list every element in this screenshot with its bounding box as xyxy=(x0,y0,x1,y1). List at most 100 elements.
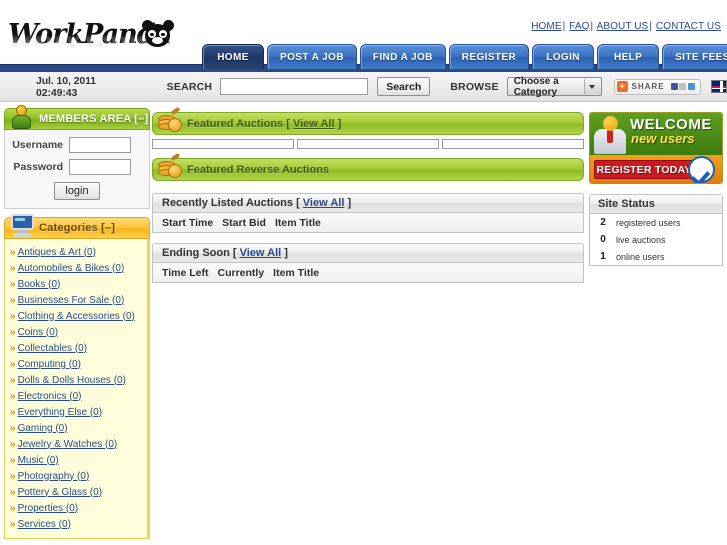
search-button[interactable]: Search xyxy=(377,77,431,96)
share-plus-icon: + xyxy=(616,81,628,92)
search-input[interactable] xyxy=(220,78,369,95)
category-link[interactable]: Pottery & Glass (0) xyxy=(18,487,102,498)
category-link[interactable]: Gaming (0) xyxy=(18,423,68,434)
login-button[interactable]: login xyxy=(54,182,100,200)
register-today-label[interactable]: REGISTER TODAY xyxy=(594,160,694,179)
status-count: 2 xyxy=(600,217,606,228)
list-item[interactable]: » Antiques & Art (0) xyxy=(10,244,143,260)
page-root: HOME| FAQ| ABOUT US| CONTACT US WorkPand… xyxy=(0,0,727,545)
status-label: live auctions xyxy=(616,234,666,245)
list-item[interactable]: » Computing (0) xyxy=(10,356,143,372)
categories-header[interactable]: Categories [–] xyxy=(4,214,150,239)
category-link[interactable]: Jewelry & Watches (0) xyxy=(18,439,118,450)
recently-listed-auctions-panel: Recently Listed Auctions [ View All ] St… xyxy=(152,193,584,233)
chevron-right-icon: » xyxy=(10,294,15,306)
twitter-icon[interactable] xyxy=(687,83,695,90)
featured-auctions-header: Featured Auctions [ View All ] xyxy=(152,106,584,135)
chevron-right-icon: » xyxy=(10,262,15,274)
banner-welcome-line2: new users xyxy=(631,131,695,146)
featured-auctions-view-all[interactable]: View All xyxy=(293,118,335,130)
chevron-down-icon[interactable] xyxy=(583,79,600,94)
tab-post-a-job[interactable]: POST A JOB xyxy=(267,44,357,69)
top-link-contact-us[interactable]: CONTACT US xyxy=(656,21,721,32)
tab-find-a-job[interactable]: FIND A JOB xyxy=(359,44,446,69)
category-link[interactable]: Dolls & Dolls Houses (0) xyxy=(18,375,126,386)
tab-help[interactable]: HELP xyxy=(597,44,660,69)
register-today-banner[interactable]: WELCOME new users REGISTER TODAY xyxy=(589,112,723,184)
category-link[interactable]: Antiques & Art (0) xyxy=(18,247,96,258)
category-link[interactable]: Collectables (0) xyxy=(18,343,87,354)
category-link[interactable]: Books (0) xyxy=(18,279,61,290)
password-input[interactable] xyxy=(69,159,131,175)
list-item[interactable]: » Automobiles & Bikes (0) xyxy=(10,260,143,276)
tab-site-fees[interactable]: SITE FEES xyxy=(662,44,727,69)
list-item[interactable]: » Everything Else (0) xyxy=(10,404,143,420)
category-link[interactable]: Services (0) xyxy=(18,519,71,530)
top-nav-links: HOME| FAQ| ABOUT US| CONTACT US xyxy=(531,21,721,32)
facebook-icon[interactable] xyxy=(670,83,678,90)
category-link[interactable]: Music (0) xyxy=(18,455,59,466)
list-item[interactable]: » Businesses For Sale (0) xyxy=(10,292,143,308)
list-item[interactable]: » Dolls & Dolls Houses (0) xyxy=(10,372,143,388)
chevron-right-icon: » xyxy=(10,278,15,290)
site-logo[interactable]: WorkPanda WorkPanda xyxy=(8,20,198,68)
tab-home[interactable]: HOME xyxy=(202,44,264,69)
login-button-wrap: login xyxy=(11,181,143,200)
column-header-time-left: Time Left xyxy=(162,266,209,279)
category-link[interactable]: Electronics (0) xyxy=(18,391,82,402)
panda-icon xyxy=(142,20,174,48)
category-link[interactable]: Coins (0) xyxy=(18,327,59,338)
category-link[interactable]: Photography (0) xyxy=(18,471,90,482)
tab-register[interactable]: REGISTER xyxy=(448,44,530,69)
featured-reverse-auctions-header: Featured Reverse Auctions xyxy=(152,152,584,181)
list-item[interactable]: » Jewelry & Watches (0) xyxy=(10,436,143,452)
username-label: Username xyxy=(12,139,63,151)
top-link-separator: | xyxy=(590,21,594,32)
featured-auctions-title-end: ] xyxy=(337,117,342,130)
list-item[interactable]: » Coins (0) xyxy=(10,324,143,340)
category-link[interactable]: Clothing & Accessories (0) xyxy=(18,311,135,322)
ending-soon-column-headers: Time Left Currently Item Title xyxy=(152,263,584,283)
category-link[interactable]: Automobiles & Bikes (0) xyxy=(18,263,125,274)
category-link[interactable]: Properties (0) xyxy=(18,503,79,514)
share-widget[interactable]: + SHARE xyxy=(613,78,702,95)
ending-soon-view-all[interactable]: View All xyxy=(240,247,282,259)
list-item[interactable]: » Gaming (0) xyxy=(10,420,143,436)
recently-listed-view-all[interactable]: View All xyxy=(303,197,345,209)
username-row: Username xyxy=(11,137,143,153)
top-link-home[interactable]: HOME xyxy=(531,21,561,32)
banner-welcome-line1: WELCOME xyxy=(630,116,712,133)
featured-reverse-title: Featured Reverse Auctions xyxy=(187,163,330,176)
main-content: Featured Auctions [ View All ] Featured … xyxy=(152,106,584,293)
list-item[interactable]: » Properties (0) xyxy=(10,500,143,516)
username-input[interactable] xyxy=(69,137,131,153)
list-item[interactable]: » Services (0) xyxy=(10,516,143,532)
list-item[interactable]: » Music (0) xyxy=(10,452,143,468)
list-item[interactable]: » Electronics (0) xyxy=(10,388,143,404)
email-icon[interactable] xyxy=(679,83,687,90)
right-sidebar: WELCOME new users REGISTER TODAY Site St… xyxy=(589,112,723,266)
chevron-right-icon: » xyxy=(10,422,15,434)
members-area-header[interactable]: MEMBERS AREA [–] xyxy=(4,105,150,130)
chevron-right-icon: » xyxy=(10,470,15,482)
chevron-right-icon: » xyxy=(10,358,15,370)
top-link-faq[interactable]: FAQ xyxy=(569,21,589,32)
category-link[interactable]: Businesses For Sale (0) xyxy=(18,295,125,306)
list-item[interactable]: » Collectables (0) xyxy=(10,340,143,356)
uk-flag-icon[interactable] xyxy=(711,80,727,93)
main-nav-tabs: HOME POST A JOB FIND A JOB REGISTER LOGI… xyxy=(202,44,727,69)
search-browse-bar: Jul. 10, 2011 02:49:43 SEARCH Search BRO… xyxy=(0,72,727,102)
ending-soon-title: Ending Soon [ xyxy=(162,247,237,259)
list-item[interactable]: » Photography (0) xyxy=(10,468,143,484)
top-link-about-us[interactable]: ABOUT US xyxy=(597,21,649,32)
status-label: online users xyxy=(616,251,665,262)
status-count: 1 xyxy=(600,251,606,262)
tab-login[interactable]: LOGIN xyxy=(532,44,595,69)
category-select[interactable]: Choose a Category xyxy=(506,76,602,98)
list-item[interactable]: » Clothing & Accessories (0) xyxy=(10,308,143,324)
list-item[interactable]: » Pottery & Glass (0) xyxy=(10,484,143,500)
category-link[interactable]: Computing (0) xyxy=(18,359,81,370)
left-sidebar: MEMBERS AREA [–] Username Password login xyxy=(4,105,150,539)
list-item[interactable]: » Books (0) xyxy=(10,276,143,292)
category-link[interactable]: Everything Else (0) xyxy=(18,407,102,418)
